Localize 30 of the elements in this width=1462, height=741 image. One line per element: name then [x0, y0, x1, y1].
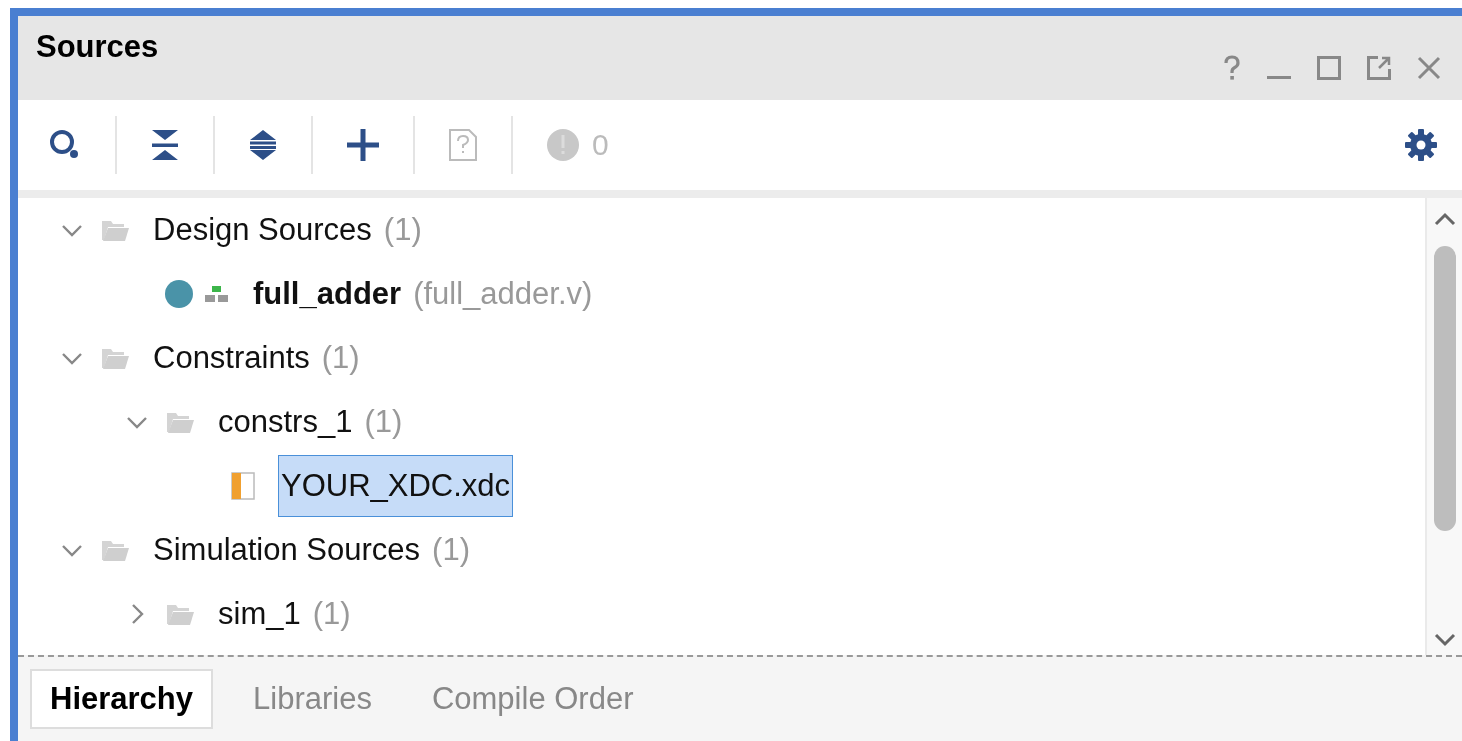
hierarchy-icon [204, 284, 230, 304]
file-name: (full_adder.v) [413, 276, 593, 312]
status-dot-icon [165, 280, 193, 308]
maximize-icon[interactable] [1316, 55, 1342, 81]
tree-item[interactable]: sim_1 [215, 583, 304, 645]
add-icon[interactable] [346, 128, 380, 162]
warning-count: 0 [592, 128, 609, 162]
help-document-icon[interactable] [448, 128, 478, 162]
expand-all-icon[interactable] [248, 128, 278, 162]
tree-item[interactable]: YOUR_XDC.xdc [278, 455, 514, 517]
item-count: (1) [364, 404, 403, 440]
scrollbar[interactable] [1425, 198, 1462, 655]
item-count: (1) [383, 212, 422, 248]
float-window-icon[interactable] [1366, 55, 1392, 81]
tree-item[interactable]: Constraints [150, 327, 313, 389]
close-icon[interactable] [1416, 55, 1442, 81]
tree-item[interactable]: full_adder [250, 263, 405, 325]
tree-item[interactable]: Design Sources [150, 199, 375, 261]
item-count: (1) [321, 340, 360, 376]
help-icon[interactable] [1222, 55, 1242, 81]
item-count: (1) [432, 532, 470, 568]
collapse-all-icon[interactable] [150, 128, 180, 162]
panel-title: Sources [36, 29, 159, 65]
tree-item[interactable]: constrs_1 [215, 391, 356, 453]
tab[interactable]: Hierarchy [30, 669, 214, 729]
constraints-file-icon [230, 471, 258, 501]
settings-icon[interactable] [1404, 128, 1438, 162]
item-count: (1) [312, 596, 351, 632]
scroll-thumb[interactable] [1433, 246, 1456, 531]
tree-item[interactable]: Simulation Sources [150, 519, 424, 581]
